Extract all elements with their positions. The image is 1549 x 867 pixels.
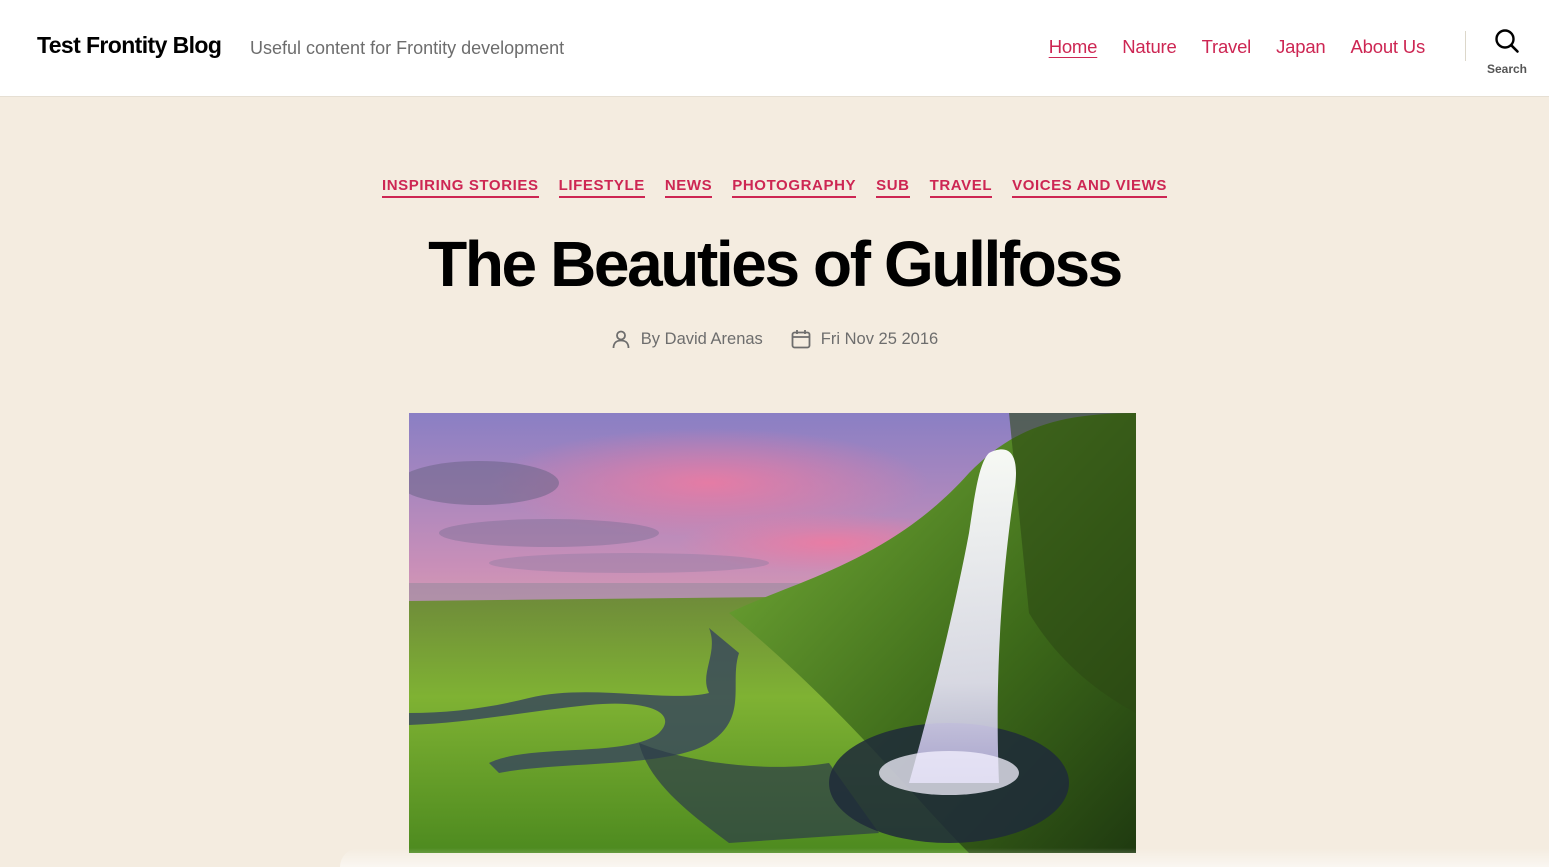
nav-item-japan[interactable]: Japan: [1276, 36, 1326, 58]
site-description: Useful content for Frontity development: [250, 38, 565, 58]
category-link[interactable]: TRAVEL: [929, 176, 993, 198]
waterfall-landscape-image: [409, 413, 1136, 853]
nav-item-about-us[interactable]: About Us: [1351, 36, 1426, 58]
post-title: The Beauties of Gullfoss: [428, 228, 1123, 300]
category-link[interactable]: VOICES AND VIEWS: [1012, 176, 1167, 198]
post-meta: By David Arenas Fri Nov 25 2016: [0, 329, 1549, 349]
category-link[interactable]: LIFESTYLE: [558, 176, 645, 198]
search-icon: [1495, 29, 1519, 53]
post-categories: INSPIRING STORIES LIFESTYLE NEWS PHOTOGR…: [0, 176, 1549, 198]
post-date-link[interactable]: Fri Nov 25 2016: [821, 330, 938, 349]
category-link[interactable]: NEWS: [664, 176, 713, 198]
calendar-icon: [791, 330, 811, 349]
site-header: Test Frontity Blog Useful content for Fr…: [0, 0, 1549, 97]
nav-item-travel[interactable]: Travel: [1202, 36, 1252, 58]
category-link[interactable]: SUB: [876, 176, 910, 198]
nav-item-home[interactable]: Home: [1049, 36, 1098, 58]
featured-image: [409, 413, 1136, 853]
user-icon: [612, 330, 630, 349]
post-author: By David Arenas: [611, 329, 763, 349]
primary-nav: Home Nature Travel Japan About Us: [1049, 36, 1426, 58]
nav-divider: [1465, 31, 1466, 61]
search-toggle-button[interactable]: Search: [1480, 28, 1534, 80]
nav-item-nature[interactable]: Nature: [1122, 36, 1177, 58]
author-prefix: By: [640, 329, 661, 348]
post-date: Fri Nov 25 2016: [791, 329, 938, 349]
category-link[interactable]: INSPIRING STORIES: [381, 176, 539, 198]
author-link[interactable]: David Arenas: [665, 330, 763, 348]
category-link[interactable]: PHOTOGRAPHY: [732, 176, 857, 198]
search-label: Search: [1486, 62, 1528, 76]
content-card-edge: [340, 848, 1549, 867]
site-title-link[interactable]: Test Frontity Blog: [37, 32, 222, 59]
